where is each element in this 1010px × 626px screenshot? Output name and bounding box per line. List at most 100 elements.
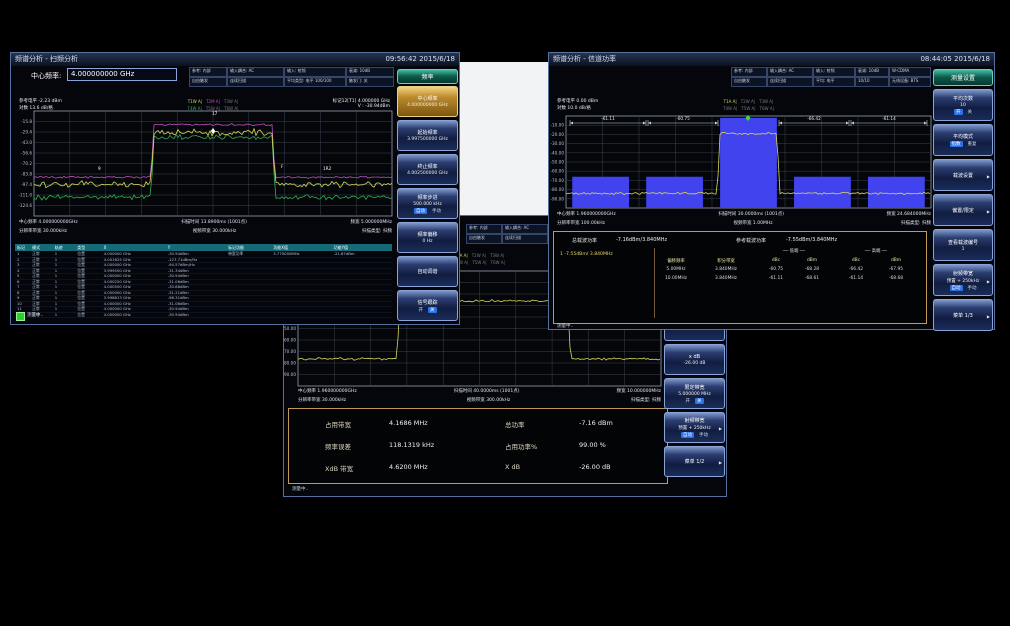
menu-item-rf-bandwidth[interactable]: 射频带宽预置 + 250kHz自动手动▶: [933, 264, 993, 296]
ref-level-label: 参考电平 -2.23 dBm: [19, 98, 62, 104]
menu-item-toggle[interactable]: 自动手动: [666, 432, 723, 438]
annotation: 扫描时间 13.8900ms (1001点): [181, 219, 247, 225]
menu-item-label: x dB: [666, 354, 723, 360]
menu-item-auto-tune[interactable]: 自动调谐: [397, 256, 458, 287]
svg-text:-30.00: -30.00: [551, 141, 565, 146]
toggle-option[interactable]: 手动: [968, 285, 977, 291]
trace-label: T2W A|: [472, 253, 486, 258]
svg-text:-97.4: -97.4: [21, 182, 32, 187]
acp-value: -68.28: [805, 267, 819, 272]
acp-value: -61.14: [849, 276, 863, 281]
acp-col-header: 积分带宽: [717, 258, 735, 264]
menu-item-start-frequency[interactable]: 起始频率3.997500000 GHz: [397, 120, 458, 151]
menu-item-label: 平均次数: [935, 95, 991, 102]
center-frequency-input[interactable]: [67, 68, 177, 81]
svg-text:-15.8: -15.8: [21, 119, 32, 124]
total-carrier-power-value: -7.16dBm/3.840MHz: [616, 237, 667, 243]
menu-item-frequency-offset[interactable]: 频率偏移0 Hz: [397, 222, 458, 253]
screen: 频谱分析 - 扫频分析09:56:42 2015/6/18中心频率:参考: 内部…: [0, 0, 1010, 626]
menu-item-value: 预置 + 250kHz: [935, 278, 991, 284]
toggle-option[interactable]: 开: [686, 398, 691, 404]
trace-label-row: T1A A|T2W A|T3W A|: [721, 98, 776, 105]
menu-item-center-frequency[interactable]: 中心频率4.000000000 GHz: [397, 86, 458, 117]
toggle-option[interactable]: 手动: [699, 432, 708, 438]
trace-clear-write: [34, 129, 392, 188]
marker-table-row[interactable]: 12正常1位置4.000000 GHz-30.94dBm: [15, 312, 392, 319]
annotation-row: 中心频率 1.960000000GHz扫描时间 30.0000ms (1001点…: [557, 211, 931, 217]
trace-label: T5W A|: [741, 106, 755, 111]
toggle-option[interactable]: 自动: [950, 285, 963, 291]
status-cell: 连续扫描: [767, 77, 813, 87]
svg-text:-56.6: -56.6: [21, 151, 32, 156]
menu-item-toggle[interactable]: 开关: [666, 398, 723, 404]
measuring-status: 测量中..: [557, 323, 573, 329]
menu-item-offset-limit[interactable]: 偏置/限定▶: [933, 194, 993, 226]
results-divider: [654, 248, 655, 318]
submenu-arrow-icon: ▶: [987, 279, 990, 284]
svg-text:-43.0: -43.0: [21, 140, 32, 145]
toggle-option[interactable]: 自动: [414, 208, 427, 214]
acp-value: 3.840MHz: [715, 267, 737, 272]
menu-item-limit-bandwidth[interactable]: 限定带宽5.000000 MHz开关: [664, 378, 725, 409]
obw-result-label: 占用功率%: [505, 441, 537, 451]
annotation: 频宽 10.000000MHz: [617, 388, 661, 394]
marker-table-cell: [332, 312, 392, 318]
toggle-option[interactable]: 开: [954, 109, 963, 115]
acp-value: 3.840MHz: [715, 276, 737, 281]
menu-item-view-carrier-index[interactable]: 查看载波编号1: [933, 229, 993, 261]
menu-item-toggle[interactable]: 开关: [935, 109, 991, 115]
marker-table-cell: 1: [53, 312, 76, 318]
menu-item-x-db[interactable]: x dB-26.00 dB: [664, 344, 725, 375]
measuring-status: 测量中..: [292, 486, 308, 492]
menu-item-menu-page[interactable]: 菜单 1/3▶: [933, 299, 993, 331]
menu-item-label: 射频带宽: [666, 417, 723, 424]
toggle-option[interactable]: 关: [695, 398, 704, 404]
menu-item-carrier-setup[interactable]: 载波设置▶: [933, 159, 993, 191]
menu-item-signal-track[interactable]: 信号跟踪开关: [397, 290, 458, 321]
trace-label-row: T1A A|T2W A|T3W A|: [452, 252, 507, 259]
toggle-option[interactable]: 重复: [968, 141, 977, 147]
annotation: 视频带宽 300.00kHz: [467, 397, 511, 403]
menu-item-toggle[interactable]: 自动手动: [935, 285, 991, 291]
menu-item-rf-bandwidth[interactable]: 射频带宽预置 + 250kHz自动手动▶: [664, 412, 725, 443]
svg-text:-61.14: -61.14: [882, 116, 896, 121]
svg-text:1R2: 1R2: [323, 166, 332, 171]
marker-table-header-cell: 功能Y值: [332, 244, 392, 251]
submenu-arrow-icon: ▶: [987, 209, 990, 214]
toggle-option[interactable]: 关: [428, 307, 437, 313]
menu-item-toggle[interactable]: 指数重复: [935, 141, 991, 147]
svg-text:-20.00: -20.00: [551, 132, 565, 137]
toggle-option[interactable]: 开: [419, 307, 424, 313]
toggle-option[interactable]: 手动: [432, 208, 441, 214]
marker-table-cell: 4.000000 GHz: [102, 312, 166, 318]
title-bar[interactable]: 频谱分析 - 信道功率08:44:05 2015/6/18: [549, 53, 994, 66]
annotation: 扫描类型: 扫频: [901, 220, 931, 226]
menu-item-toggle[interactable]: 开关: [399, 307, 456, 313]
trace-label: T6W A|: [760, 106, 774, 111]
menu-item-frequency-step[interactable]: 频率步进500.000 kHz自动手动: [397, 188, 458, 219]
marker-table-cell: [271, 312, 331, 318]
menu-item-menu-page[interactable]: 菜单 1/2▶: [664, 446, 725, 477]
menu-header-sweep: 频率: [397, 69, 458, 84]
toggle-option[interactable]: 指数: [950, 141, 963, 147]
title-bar[interactable]: 频谱分析 - 扫频分析09:56:42 2015/6/18: [11, 53, 459, 66]
obw-result-value: 4.1686 MHz: [389, 419, 428, 427]
toggle-option[interactable]: 自动: [681, 432, 694, 438]
menu-item-average-count[interactable]: 平均次数10开关: [933, 89, 993, 121]
obw-result-value: -7.16 dBm: [579, 419, 613, 427]
status-cell: 无线设备: BTS: [889, 77, 931, 87]
acp-col-header: dBm: [891, 258, 901, 263]
toggle-option[interactable]: 关: [968, 109, 973, 115]
svg-text:-10.00: -10.00: [551, 123, 565, 128]
svg-text:-66.42: -66.42: [807, 116, 821, 121]
svg-text:-111.0: -111.0: [19, 193, 33, 198]
menu-item-toggle[interactable]: 自动手动: [399, 208, 456, 214]
submenu-arrow-icon: ▶: [987, 314, 990, 319]
menu-item-stop-frequency[interactable]: 终止频率4.002500000 GHz: [397, 154, 458, 185]
trace-labels: T1W A|T2M A|T3W A|T4W A|T5W A|T6W A|: [186, 98, 241, 112]
trace-label: T2W A|: [741, 99, 755, 104]
marker-table-header-cell: 功能X值: [271, 244, 331, 251]
svg-text:-60.00: -60.00: [551, 169, 565, 174]
obw-result-value: 118.1319 kHz: [389, 441, 434, 449]
menu-item-average-mode[interactable]: 平均模式指数重复: [933, 124, 993, 156]
